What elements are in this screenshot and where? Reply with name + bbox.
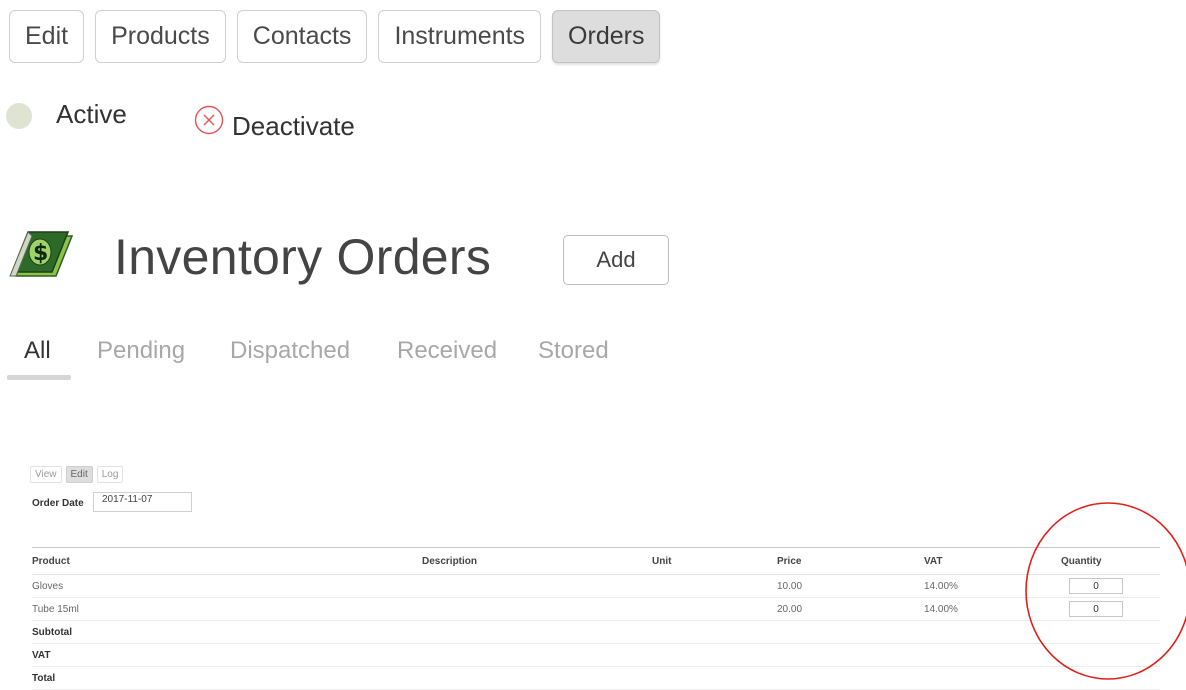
svg-text:$: $ [33, 241, 48, 266]
order-tab-edit[interactable]: Edit [65, 466, 93, 483]
tab-contacts[interactable]: Contacts [236, 10, 368, 63]
total-label: Total [32, 666, 1160, 690]
order-date-input[interactable] [93, 492, 192, 512]
tab-products[interactable]: Products [95, 10, 226, 63]
page-header: $ Inventory Orders Add [6, 222, 706, 302]
tab-instruments[interactable]: Instruments [378, 10, 542, 63]
order-items-table: Product Description Unit Price VAT Quant… [32, 547, 1160, 690]
tab-orders[interactable]: Orders [552, 10, 661, 63]
filter-pending[interactable]: Pending [97, 336, 185, 366]
filter-received[interactable]: Received [397, 336, 497, 366]
column-header-price: Price [777, 547, 924, 575]
quantity-input[interactable] [1069, 601, 1123, 617]
order-date-label: Order Date [32, 498, 84, 509]
column-header-unit: Unit [652, 547, 777, 575]
cell-quantity [1061, 574, 1160, 598]
cell-vat: 14.00% [924, 574, 1061, 598]
column-header-vat: VAT [924, 547, 1061, 575]
cell-price: 10.00 [777, 574, 924, 598]
column-header-quantity: Quantity [1061, 547, 1160, 575]
vat-row: VAT [32, 643, 1160, 667]
quantity-input[interactable] [1069, 578, 1123, 594]
order-view-tabs: View Edit Log [30, 466, 124, 483]
table-row: Gloves 10.00 14.00% [32, 574, 1160, 598]
status-label: Active [56, 99, 127, 129]
cell-vat: 14.00% [924, 597, 1061, 621]
table-row: Tube 15ml 20.00 14.00% [32, 597, 1160, 621]
filter-all[interactable]: All [24, 336, 51, 366]
total-row: Total [32, 666, 1160, 690]
order-tab-view[interactable]: View [30, 466, 62, 483]
cell-product: Tube 15ml [32, 597, 422, 621]
table-header-row: Product Description Unit Price VAT Quant… [32, 547, 1160, 575]
active-tab-underline [7, 375, 71, 380]
column-header-description: Description [422, 547, 652, 575]
subtotal-label: Subtotal [32, 620, 1160, 644]
cell-price: 20.00 [777, 597, 924, 621]
add-order-button[interactable]: Add [563, 235, 669, 285]
filter-dispatched[interactable]: Dispatched [230, 336, 350, 366]
vat-label: VAT [32, 643, 1160, 667]
status-row: Active Deactivate [6, 98, 426, 141]
money-book-icon: $ [9, 231, 74, 277]
filter-stored[interactable]: Stored [538, 336, 609, 366]
close-circle-icon [194, 105, 224, 135]
cell-unit [652, 597, 777, 621]
top-tab-bar: Edit Products Contacts Instruments Order… [9, 10, 661, 63]
cell-unit [652, 574, 777, 598]
tab-edit[interactable]: Edit [9, 10, 85, 63]
order-tab-log[interactable]: Log [96, 466, 124, 483]
status-dot-icon [6, 103, 32, 129]
column-header-product: Product [32, 547, 422, 575]
cell-quantity [1061, 597, 1160, 621]
cell-description [422, 574, 652, 598]
status-filter-tabs: All Pending Dispatched Received Stored [7, 336, 707, 382]
subtotal-row: Subtotal [32, 620, 1160, 644]
deactivate-label: Deactivate [232, 110, 355, 141]
cell-product: Gloves [32, 574, 422, 598]
page-title: Inventory Orders [114, 229, 492, 285]
cell-description [422, 597, 652, 621]
deactivate-button[interactable]: Deactivate [194, 100, 355, 141]
